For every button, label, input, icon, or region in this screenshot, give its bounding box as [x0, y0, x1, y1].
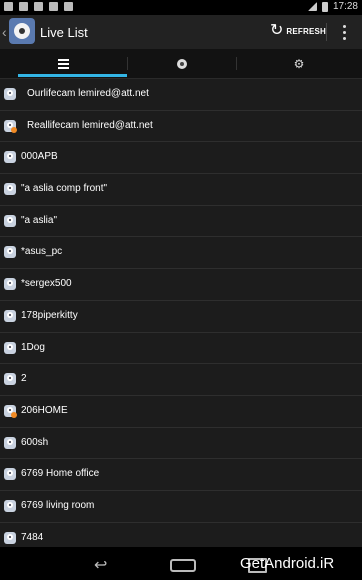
refresh-button[interactable]: ↻ REFRESH: [270, 23, 326, 39]
camera-row[interactable]: 1Dog: [0, 333, 362, 365]
tab-camera[interactable]: [127, 49, 236, 78]
camera-name: "a aslia": [21, 214, 58, 226]
tab-selected-indicator: [18, 74, 127, 77]
home-icon[interactable]: [170, 559, 196, 572]
camera-row[interactable]: 6769 Home office: [0, 459, 362, 491]
camera-icon: [4, 341, 16, 354]
download-icon: [49, 2, 58, 11]
system-icons: 17:28: [307, 1, 358, 12]
refresh-label: REFRESH: [286, 26, 327, 36]
camera-row[interactable]: 2: [0, 364, 362, 396]
camera-icon: [4, 151, 16, 164]
camera-name: Reallifecam lemired@att.net: [27, 119, 153, 131]
camera-icon: [4, 88, 16, 100]
camera-row[interactable]: "a aslia comp front": [0, 174, 362, 206]
camera-row[interactable]: 000APB: [0, 142, 362, 175]
camera-icon: [176, 58, 187, 69]
page-title: Live List: [40, 25, 88, 40]
refresh-icon: ↻: [270, 22, 284, 39]
camera-icon: [4, 436, 16, 449]
camera-row[interactable]: Ourlifecam lemired@att.net: [0, 79, 362, 111]
camera-icon: [4, 499, 16, 512]
notification-icons: [4, 2, 73, 11]
camera-icon: [4, 214, 16, 227]
camera-row[interactable]: 206HOME: [0, 396, 362, 428]
status-badge: [11, 126, 17, 133]
list-icon: [58, 58, 69, 69]
camera-icon: [4, 278, 16, 291]
screenshot-icon: [4, 2, 13, 11]
back-icon[interactable]: ↩: [94, 555, 107, 575]
camera-icon: [4, 119, 17, 133]
clock: 17:28: [332, 1, 358, 12]
camera-name: *asus_pc: [21, 246, 63, 258]
camera-icon: [4, 468, 16, 481]
camera-name: "a aslia comp front": [21, 183, 108, 195]
camera-name: 2: [21, 373, 27, 385]
camera-icon: [4, 183, 16, 196]
up-chevron-icon[interactable]: ‹: [2, 24, 7, 40]
camera-row[interactable]: Reallifecam lemired@att.net: [0, 111, 362, 143]
camera-row[interactable]: 600sh: [0, 428, 362, 460]
gmail-icon: [19, 2, 28, 11]
camera-row[interactable]: *sergex500: [0, 269, 362, 301]
camera-list: Ourlifecam lemired@att.net Reallifecam le…: [0, 79, 362, 555]
camera-icon: [4, 531, 16, 544]
camera-name: 000APB: [21, 151, 58, 163]
camera-icon: [4, 373, 16, 386]
camera-name: 7484: [21, 531, 44, 543]
gear-icon: ⚙︎: [293, 56, 305, 71]
shopping-bag-icon: [64, 2, 73, 11]
camera-name: 6769 living room: [21, 499, 95, 511]
status-badge: [11, 411, 17, 418]
navigation-bar: ↩ GetAndroid.iR: [0, 547, 362, 580]
camera-name: Ourlifecam lemired@att.net: [27, 88, 149, 99]
camera-name: 206HOME: [21, 404, 68, 416]
overflow-menu-button[interactable]: [338, 23, 350, 41]
watermark: GetAndroid.iR: [240, 555, 335, 572]
status-bar: 17:28: [0, 0, 362, 15]
divider: [326, 23, 327, 41]
image-icon: [34, 2, 43, 11]
camera-icon: [4, 309, 16, 322]
camera-name: 6769 Home office: [21, 468, 100, 480]
wifi-icon: [307, 2, 317, 11]
camera-row[interactable]: *asus_pc: [0, 237, 362, 270]
app-logo-icon[interactable]: [9, 18, 35, 44]
camera-name: 178piperkitty: [21, 309, 78, 321]
camera-row[interactable]: "a aslia": [0, 206, 362, 238]
camera-row[interactable]: 6769 living room: [0, 491, 362, 523]
camera-name: 1Dog: [21, 341, 45, 353]
camera-row[interactable]: 178piperkitty: [0, 301, 362, 333]
camera-icon: [4, 404, 17, 418]
tab-settings[interactable]: ⚙︎: [236, 49, 362, 78]
action-bar: ‹ Live List ↻ REFRESH: [0, 15, 362, 49]
camera-name: 600sh: [21, 436, 49, 448]
camera-icon: [4, 246, 16, 259]
tab-bar: ⚙︎: [0, 49, 362, 79]
battery-icon: [321, 1, 328, 12]
camera-name: *sergex500: [21, 278, 72, 290]
